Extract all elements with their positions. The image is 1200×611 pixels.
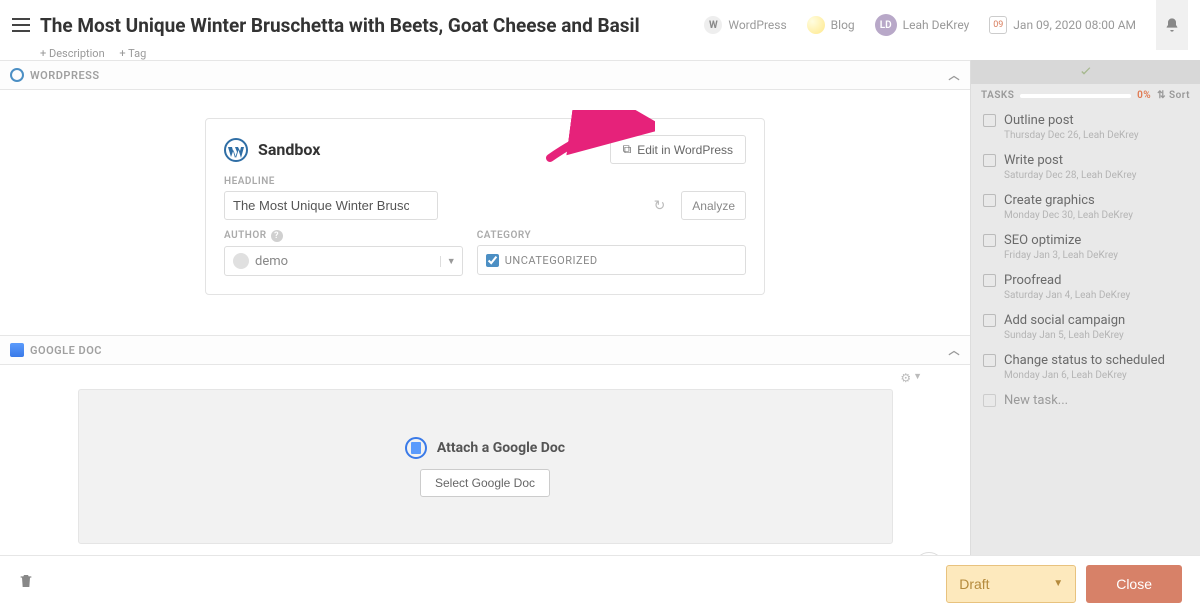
wordpress-sandbox-card: Sandbox ⧉ Edit in WordPress HEADLINE ↻ A… xyxy=(205,118,765,295)
header-blog-link[interactable]: Blog xyxy=(801,12,861,38)
page-title: The Most Unique Winter Bruschetta with B… xyxy=(40,14,640,37)
task-label: Proofread xyxy=(1004,273,1061,288)
attach-google-doc-title: Attach a Google Doc xyxy=(437,440,565,456)
task-label: SEO optimize xyxy=(1004,233,1081,248)
wordpress-section-label: WORDPRESS xyxy=(30,69,100,82)
task-meta: Monday Dec 30, Leah DeKrey xyxy=(983,210,1188,221)
trash-icon xyxy=(18,572,34,590)
task-item[interactable]: Change status to scheduled Monday Jan 6, … xyxy=(971,347,1200,387)
sandbox-title: Sandbox xyxy=(258,140,320,159)
edit-button-label: Edit in WordPress xyxy=(637,143,733,157)
headline-label: HEADLINE xyxy=(224,176,746,187)
task-item[interactable]: Outline post Thursday Dec 26, Leah DeKrey xyxy=(971,107,1200,147)
footer-bar: Draft ▼ Close xyxy=(0,555,1200,611)
task-label: Add social campaign xyxy=(1004,313,1125,328)
chevron-up-icon[interactable]: ︿ xyxy=(949,67,961,83)
add-description-link[interactable]: + Description xyxy=(40,47,105,60)
wordpress-section-header[interactable]: WORDPRESS ︿ xyxy=(0,60,970,90)
author-label: AUTHOR? xyxy=(224,230,463,242)
blog-color-icon xyxy=(807,16,825,34)
external-link-icon: ⧉ xyxy=(623,142,632,157)
date-time-label: Jan 09, 2020 08:00 AM xyxy=(1013,18,1136,32)
user-name: Leah DeKrey xyxy=(903,18,970,32)
close-button[interactable]: Close xyxy=(1086,565,1182,603)
task-meta: Sunday Jan 5, Leah DeKrey xyxy=(983,330,1188,341)
task-checkbox[interactable] xyxy=(983,354,996,367)
tasks-panel: TASKS 0% ⇅ Sort Outline post Thursday Dec… xyxy=(970,60,1200,563)
edit-in-wordpress-button[interactable]: ⧉ Edit in WordPress xyxy=(610,135,746,164)
hamburger-menu[interactable] xyxy=(12,18,30,32)
user-avatar: LD xyxy=(875,14,897,36)
task-meta: Saturday Jan 4, Leah DeKrey xyxy=(983,290,1188,301)
category-select[interactable]: UNCATEGORIZED xyxy=(477,245,746,275)
wordpress-icon xyxy=(10,68,24,82)
author-avatar-icon xyxy=(233,253,249,269)
category-label: CATEGORY xyxy=(477,230,746,241)
task-meta: Saturday Dec 28, Leah DeKrey xyxy=(983,170,1188,181)
task-checkbox[interactable] xyxy=(983,274,996,287)
chevron-down-icon[interactable]: ▼ xyxy=(913,371,922,385)
tasks-sort-button[interactable]: ⇅ Sort xyxy=(1157,90,1190,101)
tasks-percent: 0% xyxy=(1137,90,1151,101)
category-checkbox[interactable] xyxy=(486,254,499,267)
task-checkbox[interactable] xyxy=(983,194,996,207)
task-checkbox[interactable] xyxy=(983,154,996,167)
analyze-button[interactable]: Analyze xyxy=(681,191,746,220)
task-meta: Monday Jan 6, Leah DeKrey xyxy=(983,370,1188,381)
author-select[interactable]: demo xyxy=(225,253,440,269)
google-doc-icon xyxy=(405,437,427,459)
add-tag-link[interactable]: + Tag xyxy=(119,47,146,60)
delete-button[interactable] xyxy=(18,572,34,595)
wordpress-icon: W xyxy=(704,16,722,34)
header-user[interactable]: LD Leah DeKrey xyxy=(869,10,976,40)
task-label: Change status to scheduled xyxy=(1004,353,1165,368)
select-google-doc-button[interactable]: Select Google Doc xyxy=(420,469,550,497)
new-task-input[interactable]: New task... xyxy=(971,387,1200,414)
header-wordpress-link[interactable]: W WordPress xyxy=(698,12,792,38)
tasks-complete-indicator xyxy=(971,60,1200,84)
task-checkbox[interactable] xyxy=(983,114,996,127)
chevron-down-icon: ▼ xyxy=(1053,578,1063,589)
author-value: demo xyxy=(255,254,288,269)
help-icon[interactable]: ? xyxy=(271,230,283,242)
task-checkbox[interactable] xyxy=(983,314,996,327)
task-checkbox[interactable] xyxy=(983,234,996,247)
tasks-label: TASKS xyxy=(981,90,1014,101)
calendar-icon: 09 xyxy=(989,16,1007,34)
task-meta: Thursday Dec 26, Leah DeKrey xyxy=(983,130,1188,141)
checkbox-icon xyxy=(983,394,996,407)
wordpress-icon xyxy=(224,138,248,162)
task-label: Write post xyxy=(1004,153,1063,168)
gear-icon[interactable]: ⚙ xyxy=(900,371,911,385)
blog-label: Blog xyxy=(831,18,855,32)
google-doc-section-header[interactable]: GOOGLE DOC ︿ xyxy=(0,335,970,365)
headline-input[interactable] xyxy=(224,191,438,220)
google-doc-attach-card: Attach a Google Doc Select Google Doc xyxy=(78,389,893,544)
category-value: UNCATEGORIZED xyxy=(505,254,598,267)
google-doc-section-label: GOOGLE DOC xyxy=(30,344,102,357)
google-doc-icon xyxy=(10,343,24,357)
status-draft-dropdown[interactable]: Draft ▼ xyxy=(946,565,1076,603)
bell-icon xyxy=(1164,17,1180,33)
task-meta: Friday Jan 3, Leah DeKrey xyxy=(983,250,1188,261)
task-item[interactable]: Create graphics Monday Dec 30, Leah DeKre… xyxy=(971,187,1200,227)
task-item[interactable]: SEO optimize Friday Jan 3, Leah DeKrey xyxy=(971,227,1200,267)
notifications-button[interactable] xyxy=(1156,0,1188,50)
author-dropdown-toggle[interactable]: ▼ xyxy=(440,256,462,267)
task-label: Create graphics xyxy=(1004,193,1095,208)
check-icon xyxy=(1078,64,1094,80)
wordpress-label: WordPress xyxy=(728,18,786,32)
chevron-up-icon[interactable]: ︿ xyxy=(949,342,961,358)
new-task-label: New task... xyxy=(1004,393,1068,408)
task-item[interactable]: Add social campaign Sunday Jan 5, Leah De… xyxy=(971,307,1200,347)
history-icon[interactable]: ↻ xyxy=(654,198,666,214)
task-item[interactable]: Write post Saturday Dec 28, Leah DeKrey xyxy=(971,147,1200,187)
header-date[interactable]: 09 Jan 09, 2020 08:00 AM xyxy=(983,12,1142,38)
task-item[interactable]: Proofread Saturday Jan 4, Leah DeKrey xyxy=(971,267,1200,307)
tasks-progress-bar xyxy=(1020,94,1131,98)
draft-label: Draft xyxy=(959,576,989,592)
task-label: Outline post xyxy=(1004,113,1074,128)
